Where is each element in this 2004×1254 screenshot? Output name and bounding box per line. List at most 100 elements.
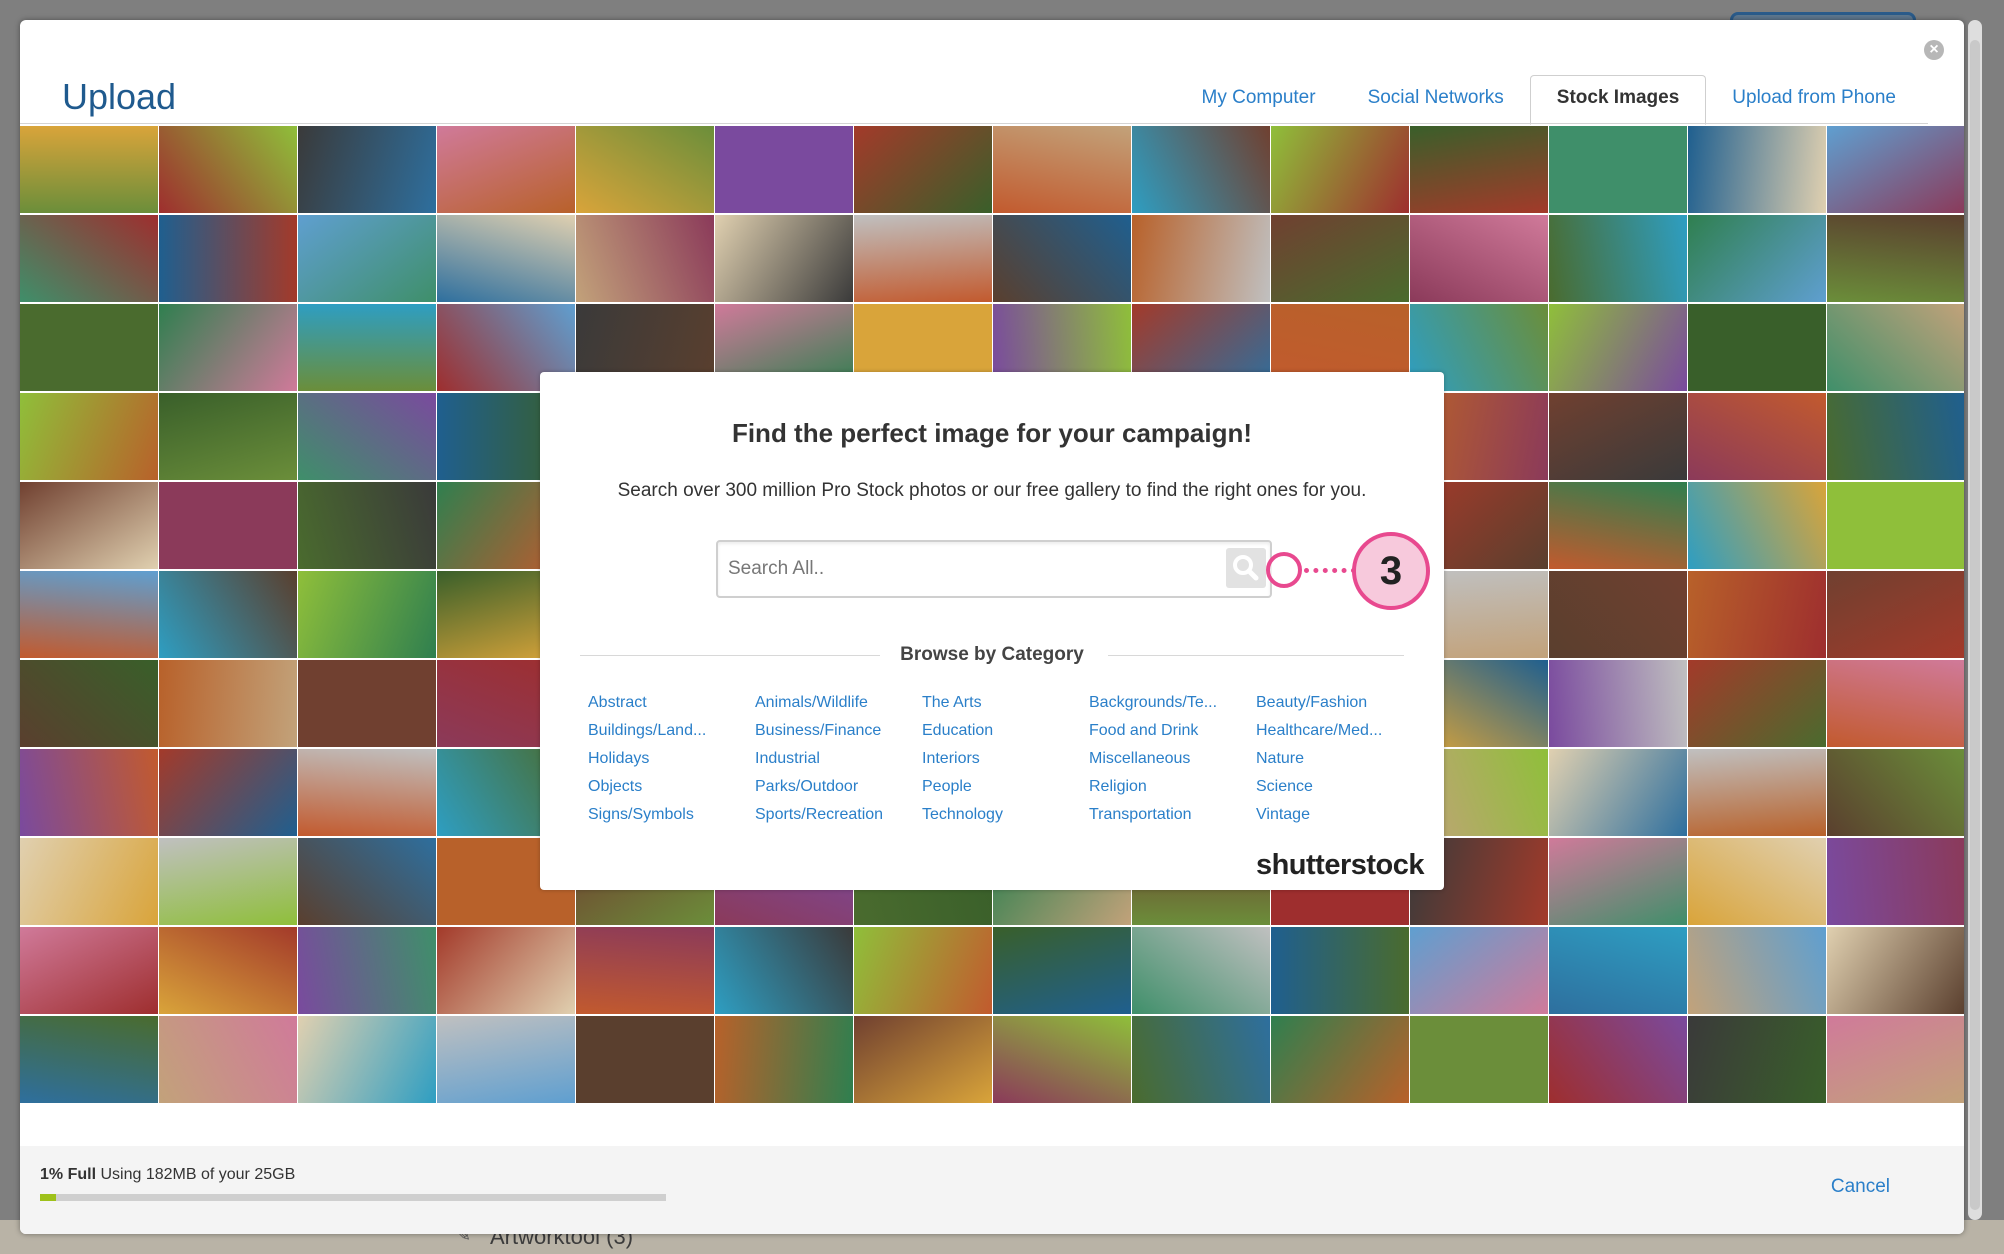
stock-image-tile — [1271, 215, 1409, 302]
stock-image-tile — [1132, 1016, 1270, 1103]
cancel-button[interactable]: Cancel — [1831, 1176, 1890, 1198]
category-link[interactable]: Food and Drink — [1089, 722, 1256, 750]
category-link[interactable]: Abstract — [588, 694, 755, 722]
stock-image-tile — [1271, 1016, 1409, 1103]
category-link[interactable]: Science — [1256, 778, 1423, 806]
search-button[interactable] — [1226, 548, 1266, 588]
stock-image-tile — [20, 215, 158, 302]
category-link[interactable]: Signs/Symbols — [588, 806, 755, 834]
stock-image-tile — [1688, 571, 1826, 658]
stock-image-tile — [1410, 215, 1548, 302]
stock-image-tile — [1549, 482, 1687, 569]
stock-image-tile — [1827, 749, 1964, 836]
stock-image-tile — [1549, 571, 1687, 658]
stock-image-tile — [159, 126, 297, 213]
stock-image-tile — [298, 482, 436, 569]
stock-image-tile — [159, 749, 297, 836]
stock-image-tile — [20, 304, 158, 391]
page-scrollbar-thumb[interactable] — [1970, 40, 1980, 1210]
stock-image-tile — [1549, 749, 1687, 836]
category-link[interactable]: Technology — [922, 806, 1089, 834]
stock-image-tile — [20, 838, 158, 925]
stock-image-tile — [993, 126, 1131, 213]
usage-percent: 1% Full — [40, 1166, 97, 1183]
stock-image-tile — [1549, 304, 1687, 391]
category-link[interactable]: Buildings/Land... — [588, 722, 755, 750]
category-link[interactable]: The Arts — [922, 694, 1089, 722]
close-icon[interactable]: × — [1924, 40, 1944, 60]
stock-image-tile — [993, 215, 1131, 302]
category-link[interactable]: Miscellaneous — [1089, 750, 1256, 778]
storage-progress-bar — [40, 1194, 666, 1201]
search-input[interactable] — [726, 550, 1210, 588]
stock-image-tile — [437, 215, 575, 302]
stock-image-tile — [1827, 1016, 1964, 1103]
category-link[interactable]: Education — [922, 722, 1089, 750]
category-link[interactable]: Parks/Outdoor — [755, 778, 922, 806]
stock-image-tile — [298, 126, 436, 213]
category-link[interactable]: Sports/Recreation — [755, 806, 922, 834]
category-link[interactable]: Healthcare/Med... — [1256, 722, 1423, 750]
category-link[interactable]: Industrial — [755, 750, 922, 778]
category-link[interactable]: People — [922, 778, 1089, 806]
category-link[interactable]: Business/Finance — [755, 722, 922, 750]
storage-progress-fill — [40, 1194, 56, 1201]
stock-image-tile — [993, 927, 1131, 1014]
stock-image-tile — [20, 660, 158, 747]
stock-image-tile — [1549, 393, 1687, 480]
stock-image-tile — [576, 927, 714, 1014]
stock-image-tile — [1827, 126, 1964, 213]
tab-stock-images[interactable]: Stock Images — [1529, 75, 1707, 125]
category-link[interactable]: Objects — [588, 778, 755, 806]
stock-image-tile — [1688, 927, 1826, 1014]
category-grid: Abstract Animals/Wildlife The Arts Backg… — [588, 694, 1423, 834]
stock-image-tile — [1688, 304, 1826, 391]
stock-image-tile — [1549, 126, 1687, 213]
stock-image-tile — [20, 482, 158, 569]
stock-image-tile — [1132, 927, 1270, 1014]
stock-image-tile — [1688, 660, 1826, 747]
category-link[interactable]: Nature — [1256, 750, 1423, 778]
stock-image-tile — [1688, 126, 1826, 213]
stock-image-tile — [298, 215, 436, 302]
header-divider — [20, 123, 1928, 124]
stock-search-card: Find the perfect image for your campaign… — [540, 372, 1444, 890]
stock-image-tile — [1688, 215, 1826, 302]
stock-image-tile — [437, 927, 575, 1014]
category-link[interactable]: Transportation — [1089, 806, 1256, 834]
stock-image-tile — [159, 1016, 297, 1103]
usage-text: Using 182MB of your 25GB — [100, 1166, 296, 1183]
tab-my-computer[interactable]: My Computer — [1176, 76, 1342, 124]
stock-image-tile — [1132, 126, 1270, 213]
stock-image-tile — [715, 1016, 853, 1103]
stock-image-tile — [715, 927, 853, 1014]
stock-image-tile — [20, 126, 158, 213]
category-link[interactable]: Beauty/Fashion — [1256, 694, 1423, 722]
stock-image-tile — [298, 927, 436, 1014]
tab-social-networks[interactable]: Social Networks — [1342, 76, 1530, 124]
category-link[interactable]: Vintage — [1256, 806, 1423, 834]
category-link[interactable]: Holidays — [588, 750, 755, 778]
category-link[interactable]: Animals/Wildlife — [755, 694, 922, 722]
stock-image-tile — [1271, 927, 1409, 1014]
stock-image-tile — [1827, 838, 1964, 925]
stock-image-tile — [1827, 927, 1964, 1014]
stock-image-tile — [715, 215, 853, 302]
category-link[interactable]: Religion — [1089, 778, 1256, 806]
stock-image-tile — [298, 1016, 436, 1103]
card-subtitle: Search over 300 million Pro Stock photos… — [617, 480, 1367, 501]
stock-image-tile — [159, 304, 297, 391]
category-link[interactable]: Interiors — [922, 750, 1089, 778]
upload-source-tabs: My Computer Social Networks Stock Images… — [1176, 75, 1922, 125]
category-link[interactable]: Backgrounds/Te... — [1089, 694, 1256, 722]
stock-image-tile — [1827, 571, 1964, 658]
tab-upload-from-phone[interactable]: Upload from Phone — [1706, 76, 1922, 124]
step-number-badge: 3 — [1352, 532, 1430, 610]
browse-header: Browse by Category — [580, 640, 1404, 670]
stock-image-tile — [993, 1016, 1131, 1103]
search-box — [716, 540, 1272, 598]
stock-image-tile — [159, 571, 297, 658]
stock-image-tile — [576, 126, 714, 213]
browse-title: Browse by Category — [900, 644, 1084, 665]
upload-modal: Upload × My Computer Social Networks Sto… — [20, 20, 1964, 1234]
